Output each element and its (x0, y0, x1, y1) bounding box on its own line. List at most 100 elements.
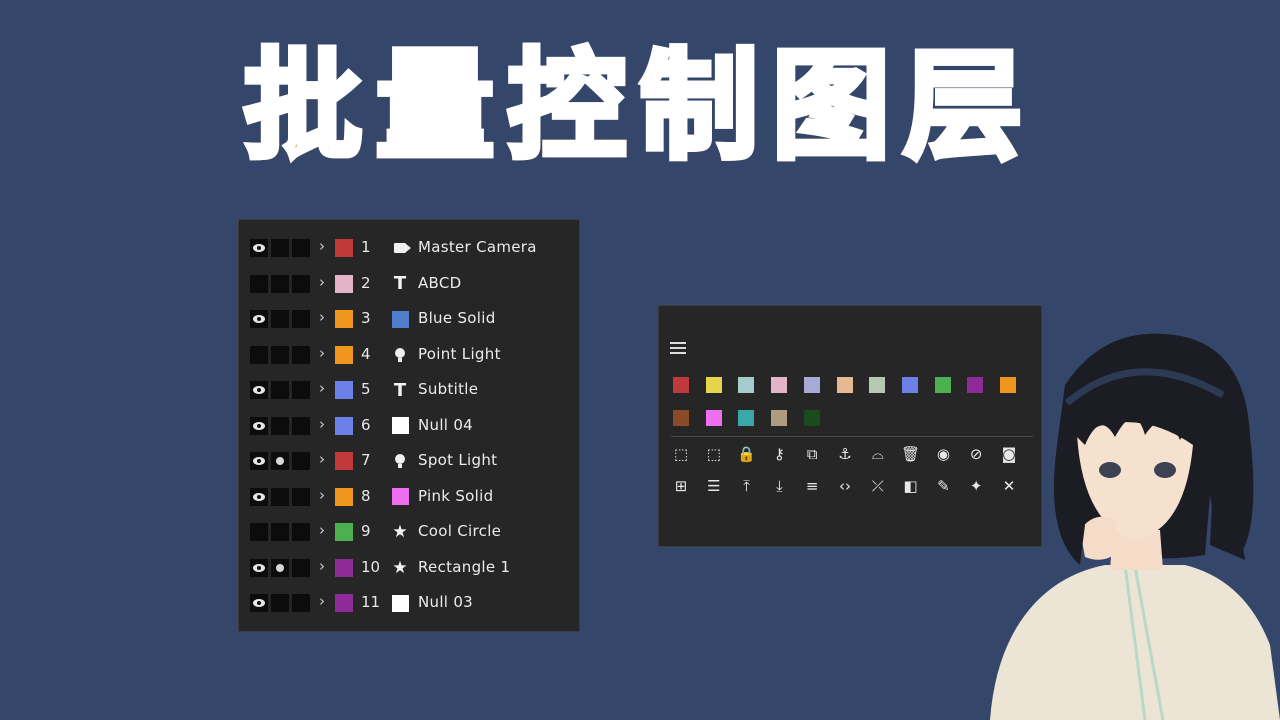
layer-row[interactable]: › 1 Master Camera (239, 230, 579, 266)
solo-toggle[interactable] (271, 487, 289, 506)
visibility-toggle[interactable] (250, 239, 268, 257)
visibility-toggle[interactable] (250, 523, 268, 541)
chevron-right-icon[interactable]: › (319, 592, 325, 610)
label-color-chip[interactable] (335, 523, 353, 541)
delete-icon[interactable]: 🗑 (901, 444, 921, 464)
solo-toggle[interactable] (271, 345, 289, 364)
solo-toggle[interactable] (271, 274, 289, 293)
label-color-swatch[interactable] (771, 410, 788, 426)
lock-toggle[interactable] (292, 558, 310, 577)
unlink-icon[interactable]: ⤫ (868, 476, 888, 496)
lock-toggle[interactable] (292, 310, 310, 328)
layer-row[interactable]: › 8 Pink Solid (239, 479, 579, 515)
chevron-right-icon[interactable]: › (319, 273, 325, 291)
solo-toggle[interactable] (271, 452, 289, 470)
add-layer-icon[interactable]: ⊞ (671, 476, 691, 496)
label-color-chip[interactable] (335, 558, 353, 577)
shy-icon[interactable]: ⌓ (868, 444, 888, 464)
layer-row[interactable]: › 2 T ABCD (239, 266, 579, 302)
solo-toggle[interactable] (271, 523, 289, 541)
label-color-swatch[interactable] (869, 377, 886, 393)
move-top-icon[interactable]: ⤒ (737, 476, 757, 496)
chevron-right-icon[interactable]: › (319, 415, 325, 433)
lock-toggle[interactable] (292, 239, 310, 257)
visibility-toggle[interactable] (250, 487, 268, 506)
solo-toggle[interactable] (271, 558, 289, 577)
magic-wand-icon[interactable]: ✦ (966, 476, 986, 496)
chevron-right-icon[interactable]: › (319, 486, 325, 504)
layer-row[interactable]: › 9 ★ Cool Circle (239, 514, 579, 550)
lock-toggle[interactable] (292, 452, 310, 470)
label-color-swatch[interactable] (934, 377, 951, 393)
menu-icon[interactable] (670, 342, 686, 357)
eye-off-icon[interactable]: ⊘ (966, 444, 986, 464)
lock-toggle[interactable] (292, 345, 310, 364)
chevron-right-icon[interactable]: › (319, 379, 325, 397)
fill-icon[interactable]: ◧ (901, 476, 921, 496)
solo-toggle[interactable] (271, 381, 289, 399)
layer-row[interactable]: › 6 Null 04 (239, 408, 579, 444)
deselect-icon[interactable]: ⬚ (704, 444, 724, 464)
chevron-right-icon[interactable]: › (319, 344, 325, 362)
lock-toggle[interactable] (292, 523, 310, 541)
lock-toggle[interactable] (292, 381, 310, 399)
visibility-toggle[interactable] (250, 558, 268, 577)
lock-icon[interactable]: 🔒 (737, 444, 757, 464)
code-icon[interactable]: ‹› (835, 476, 855, 496)
label-color-swatch[interactable] (771, 377, 788, 393)
label-color-swatch[interactable] (738, 377, 755, 393)
chevron-right-icon[interactable]: › (319, 237, 325, 255)
lock-toggle[interactable] (292, 274, 310, 293)
label-color-swatch[interactable] (673, 377, 689, 393)
chevron-right-icon[interactable]: › (319, 557, 325, 575)
visibility-toggle[interactable] (250, 381, 268, 399)
label-color-swatch[interactable] (901, 377, 918, 393)
label-color-chip[interactable] (335, 487, 353, 506)
layer-row[interactable]: › 3 Blue Solid (239, 301, 579, 337)
label-color-swatch[interactable] (803, 410, 820, 426)
label-color-swatch[interactable] (738, 410, 755, 426)
align-icon[interactable]: ≡ (802, 476, 822, 496)
pen-icon[interactable]: ✎ (933, 476, 953, 496)
select-all-icon[interactable]: ⬚ (671, 444, 691, 464)
label-color-chip[interactable] (335, 239, 353, 257)
move-bottom-icon[interactable]: ⤓ (769, 476, 789, 496)
label-color-swatch[interactable] (705, 377, 722, 393)
eye-icon[interactable]: ◉ (933, 444, 953, 464)
label-color-swatch[interactable] (673, 410, 689, 426)
label-color-chip[interactable] (335, 594, 353, 612)
chevron-right-icon[interactable]: › (319, 308, 325, 326)
label-color-swatch[interactable] (705, 410, 722, 426)
layer-row[interactable]: › 4 Point Light (239, 337, 579, 373)
layer-row[interactable]: › 7 Spot Light (239, 443, 579, 479)
list-icon[interactable]: ☰ (704, 476, 724, 496)
chevron-right-icon[interactable]: › (319, 450, 325, 468)
label-color-chip[interactable] (335, 310, 353, 328)
label-color-chip[interactable] (335, 416, 353, 435)
label-color-chip[interactable] (335, 452, 353, 470)
visibility-toggle[interactable] (250, 452, 268, 470)
precompose-icon[interactable]: ⧉ (802, 444, 822, 464)
chevron-right-icon[interactable]: › (319, 521, 325, 539)
solo-toggle[interactable] (271, 310, 289, 328)
solo-toggle[interactable] (271, 594, 289, 612)
keyframe-icon[interactable]: ⚷ (769, 444, 789, 464)
visibility-toggle[interactable] (250, 345, 268, 364)
lock-toggle[interactable] (292, 594, 310, 612)
lock-toggle[interactable] (292, 416, 310, 435)
visibility-toggle[interactable] (250, 594, 268, 612)
layer-row[interactable]: › 10 ★ Rectangle 1 (239, 550, 579, 586)
label-color-chip[interactable] (335, 381, 353, 399)
label-color-chip[interactable] (335, 274, 353, 293)
solo-toggle[interactable] (271, 239, 289, 257)
layer-row[interactable]: › 11 Null 03 (239, 585, 579, 621)
solo-toggle[interactable] (271, 416, 289, 435)
label-color-chip[interactable] (335, 345, 353, 364)
visibility-toggle[interactable] (250, 310, 268, 328)
label-color-swatch[interactable] (836, 377, 853, 393)
anchor-icon[interactable]: ⚓ (835, 444, 855, 464)
label-color-swatch[interactable] (967, 377, 984, 393)
label-color-swatch[interactable] (803, 377, 820, 393)
visibility-toggle[interactable] (250, 416, 268, 435)
layer-row[interactable]: › 5 T Subtitle (239, 372, 579, 408)
